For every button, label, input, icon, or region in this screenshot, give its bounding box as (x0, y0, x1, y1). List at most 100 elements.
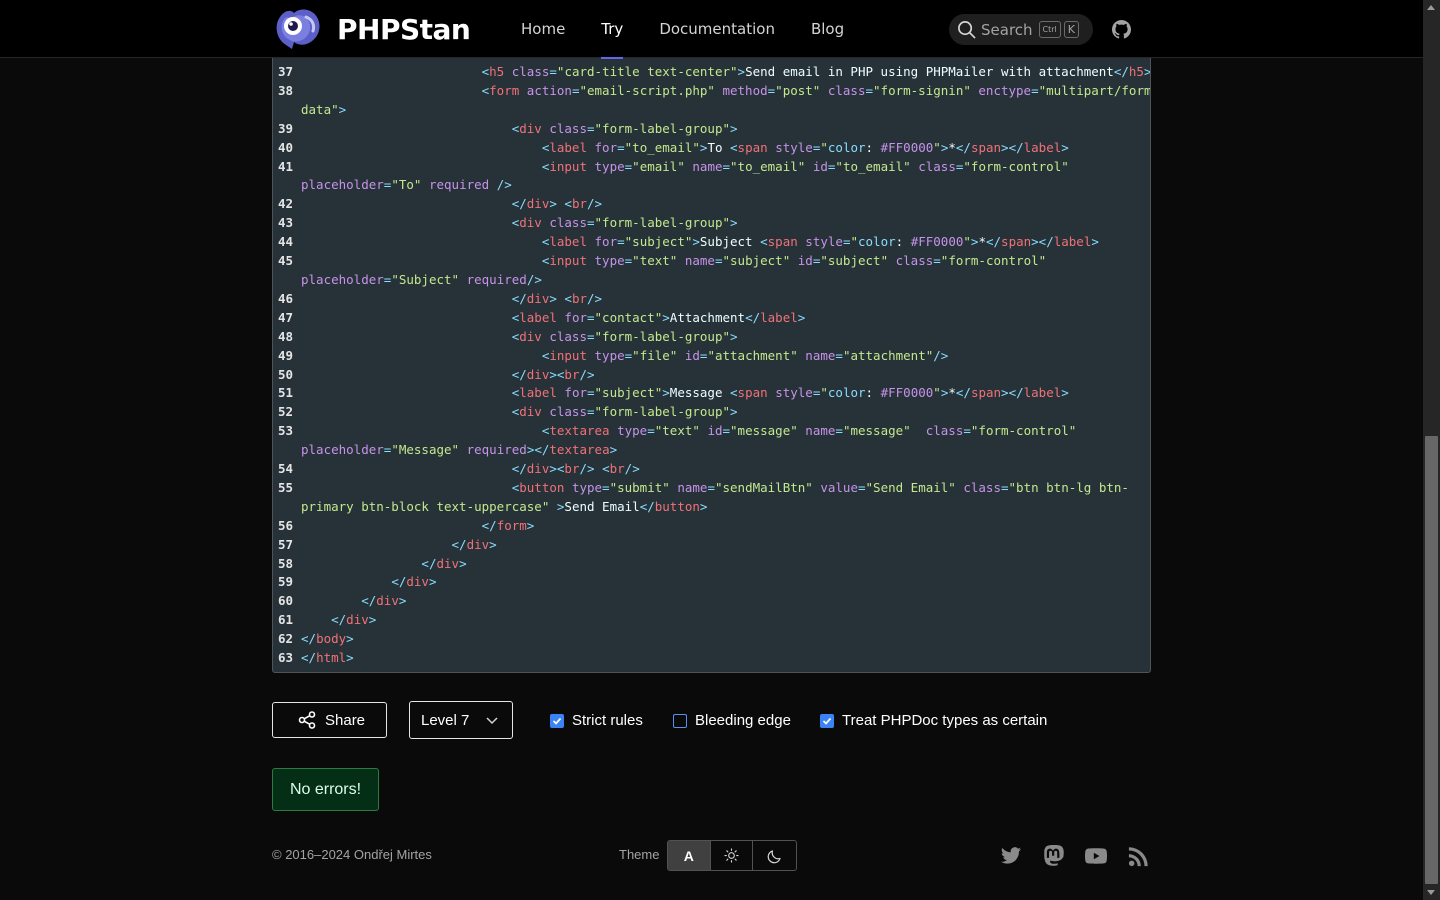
mastodon-icon[interactable] (1043, 845, 1065, 867)
code-text-wrapped: placeholder="To" required /> (301, 177, 512, 193)
level-select[interactable]: Level 7 (409, 701, 513, 739)
treat-phpdoc-label: Treat PHPDoc types as certain (842, 712, 1048, 729)
code-line: 56 </form> (273, 517, 1150, 536)
line-number: 41 (278, 158, 294, 174)
code-line: 39 <div class="form-label-group"> (273, 120, 1150, 139)
sun-icon (724, 848, 739, 863)
line-number: 61 (278, 612, 294, 628)
code-text: <input type="email" name="to_email" id="… (541, 158, 1069, 174)
code-editor[interactable]: 37 <h5 class="card-title text-center">Se… (272, 40, 1151, 673)
code-text: <label for="contact">Attachment</label> (511, 309, 806, 325)
strict-rules-checkbox[interactable]: Strict rules (542, 712, 643, 729)
code-line: 51 <label for="subject">Message <span st… (273, 384, 1150, 403)
code-text: <div class="form-label-group"> (511, 215, 738, 231)
page-scrollbar[interactable] (1423, 0, 1440, 900)
share-button[interactable]: Share (272, 702, 387, 738)
line-number: 40 (278, 139, 294, 155)
scroll-down-icon[interactable] (1427, 890, 1435, 895)
code-line: 43 <div class="form-label-group"> (273, 214, 1150, 233)
code-line: 48 <div class="form-label-group"> (273, 328, 1150, 347)
scroll-up-icon[interactable] (1427, 5, 1435, 10)
treat-phpdoc-checkbox[interactable]: Treat PHPDoc types as certain (812, 712, 1047, 729)
chevron-down-icon (486, 717, 498, 725)
code-text: <h5 class="card-title text-center">Send … (481, 64, 1151, 79)
code-text: </div> (451, 536, 497, 552)
code-line: 63 </html> (273, 649, 1150, 668)
code-line: 40 <label for="to_email">To <span style=… (273, 139, 1150, 158)
code-text: <button type="submit" name="sendMailBtn"… (511, 479, 1129, 495)
code-text: <div class="form-label-group"> (511, 404, 738, 420)
line-number: 49 (278, 347, 294, 363)
nav-try[interactable]: Try (601, 0, 624, 59)
line-number: 51 (278, 385, 294, 401)
line-number: 39 (278, 120, 294, 136)
theme-switcher: A (667, 840, 797, 871)
site-header: PHPStan Home Try Documentation Blog Sear… (0, 0, 1423, 59)
code-text: <div class="form-label-group"> (511, 120, 738, 136)
analysis-result: No errors! (272, 768, 379, 811)
line-number: 59 (278, 574, 294, 590)
moon-icon (767, 849, 781, 863)
line-number: 63 (278, 650, 294, 666)
code-line: 60 </div> (273, 592, 1150, 611)
result-text: No errors! (289, 780, 362, 798)
rss-icon[interactable] (1128, 845, 1150, 867)
code-text: <input type="file" id="attachment" name=… (541, 347, 949, 363)
theme-label: Theme (619, 847, 660, 862)
bleeding-edge-checkbox[interactable]: Bleeding edge (665, 712, 791, 729)
code-line: 45 <input type="text" name="subject" id=… (273, 252, 1150, 290)
line-number: 56 (278, 517, 294, 533)
line-number: 57 (278, 536, 294, 552)
line-number: 46 (278, 290, 294, 306)
code-text: </form> (481, 517, 535, 533)
nav-home[interactable]: Home (521, 0, 565, 58)
code-lines: 37 <h5 class="card-title text-center">Se… (273, 63, 1151, 668)
nav-documentation[interactable]: Documentation (659, 0, 775, 58)
twitter-icon[interactable] (1000, 845, 1022, 867)
line-number: 44 (278, 234, 294, 250)
strict-rules-label: Strict rules (572, 712, 643, 729)
phpstan-logo-icon (276, 9, 320, 49)
bleeding-edge-box[interactable] (673, 713, 687, 728)
search-icon (958, 21, 976, 39)
nav-blog[interactable]: Blog (811, 0, 844, 58)
theme-dark-button[interactable] (753, 841, 796, 870)
code-text: </div><br/> <br/> (511, 461, 640, 477)
line-number: 53 (278, 423, 294, 439)
theme-auto-button[interactable]: A (668, 841, 711, 870)
code-text: <textarea type="text" id="message" name=… (541, 423, 1077, 439)
youtube-icon[interactable] (1085, 845, 1107, 867)
code-line: 44 <label for="subject">Subject <span st… (273, 233, 1150, 252)
github-icon[interactable] (1112, 20, 1131, 39)
code-line: 47 <label for="contact">Attachment</labe… (273, 309, 1150, 328)
logo-link[interactable]: PHPStan (272, 7, 471, 51)
code-line: 59 </div> (273, 573, 1150, 592)
line-number: 47 (278, 309, 294, 325)
theme-auto-label: A (683, 847, 694, 864)
code-line: 58 </div> (273, 555, 1150, 574)
code-text-wrapped: primary btn-block text-uppercase" >Send … (301, 498, 708, 514)
code-text: </div> (361, 593, 407, 609)
code-line: 38 <form action="email-script.php" metho… (273, 82, 1151, 120)
scroll-thumb[interactable] (1425, 436, 1438, 884)
level-select-value: Level 7 (421, 711, 470, 729)
code-line: 54 </div><br/> <br/> (273, 460, 1150, 479)
line-number: 48 (278, 328, 294, 344)
search-label: Search (981, 20, 1033, 39)
strict-rules-box[interactable] (550, 713, 564, 728)
line-number: 45 (278, 253, 294, 269)
code-line: 41 <input type="email" name="to_email" i… (273, 158, 1150, 196)
code-text-wrapped: data"> (301, 101, 347, 117)
line-number: 54 (278, 461, 294, 477)
theme-light-button[interactable] (711, 841, 754, 870)
code-line: 49 <input type="file" id="attachment" na… (273, 347, 1150, 366)
code-text: </body> (301, 631, 354, 647)
code-text: <form action="email-script.php" method="… (481, 82, 1151, 98)
code-line: 62 </body> (273, 630, 1150, 649)
search-button[interactable]: Search Ctrl K (949, 14, 1093, 45)
copyright: © 2016–2024 Ondřej Mirtes (272, 847, 432, 862)
code-text: <label for="to_email">To <span style="co… (541, 139, 1069, 155)
main-nav: Home Try Documentation Blog (521, 0, 880, 59)
treat-phpdoc-box[interactable] (820, 713, 834, 728)
line-number: 62 (278, 631, 294, 647)
